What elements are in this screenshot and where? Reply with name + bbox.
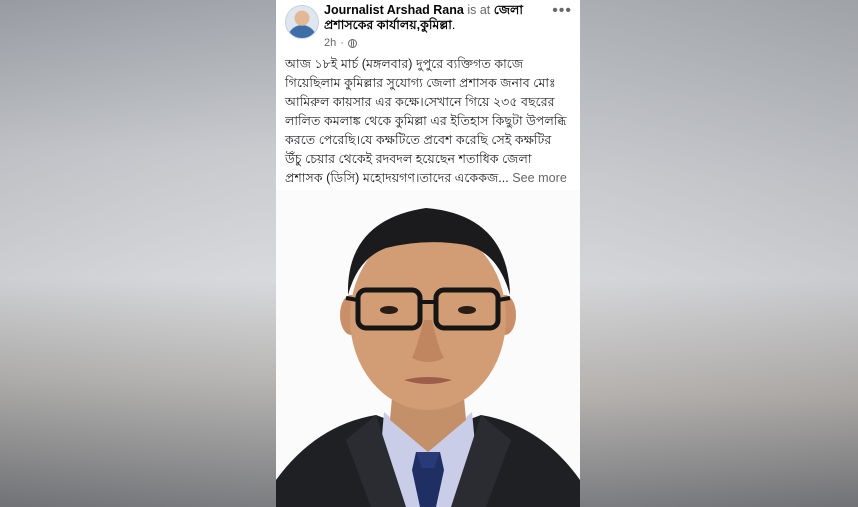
- background-blur-left: [0, 0, 276, 507]
- post-body: আজ ১৮ই মার্চ (মঙ্গলবার) দুপুরে ব্যক্তিগত…: [285, 57, 567, 185]
- portrait-image: [276, 190, 580, 507]
- timestamp[interactable]: 2h: [324, 37, 336, 49]
- post-card: Journalist Arshad Rana is at জেলা প্রশাস…: [276, 0, 580, 507]
- location-suffix: .: [451, 18, 456, 32]
- post-photo[interactable]: [276, 190, 580, 507]
- connector-text: is at: [467, 3, 491, 17]
- post-title-line: Journalist Arshad Rana is at জেলা প্রশাস…: [324, 3, 564, 33]
- more-options-icon[interactable]: •••: [552, 2, 572, 20]
- post-header: Journalist Arshad Rana is at জেলা প্রশাস…: [276, 0, 580, 52]
- avatar[interactable]: [285, 5, 319, 39]
- post-meta: 2h ·: [324, 37, 357, 49]
- see-more-link[interactable]: See more: [509, 171, 567, 185]
- author-name[interactable]: Journalist Arshad Rana: [324, 3, 464, 17]
- background-blur-right: [578, 0, 858, 507]
- post-text: আজ ১৮ই মার্চ (মঙ্গলবার) দুপুরে ব্যক্তিগত…: [285, 55, 573, 188]
- globe-icon: [347, 38, 357, 48]
